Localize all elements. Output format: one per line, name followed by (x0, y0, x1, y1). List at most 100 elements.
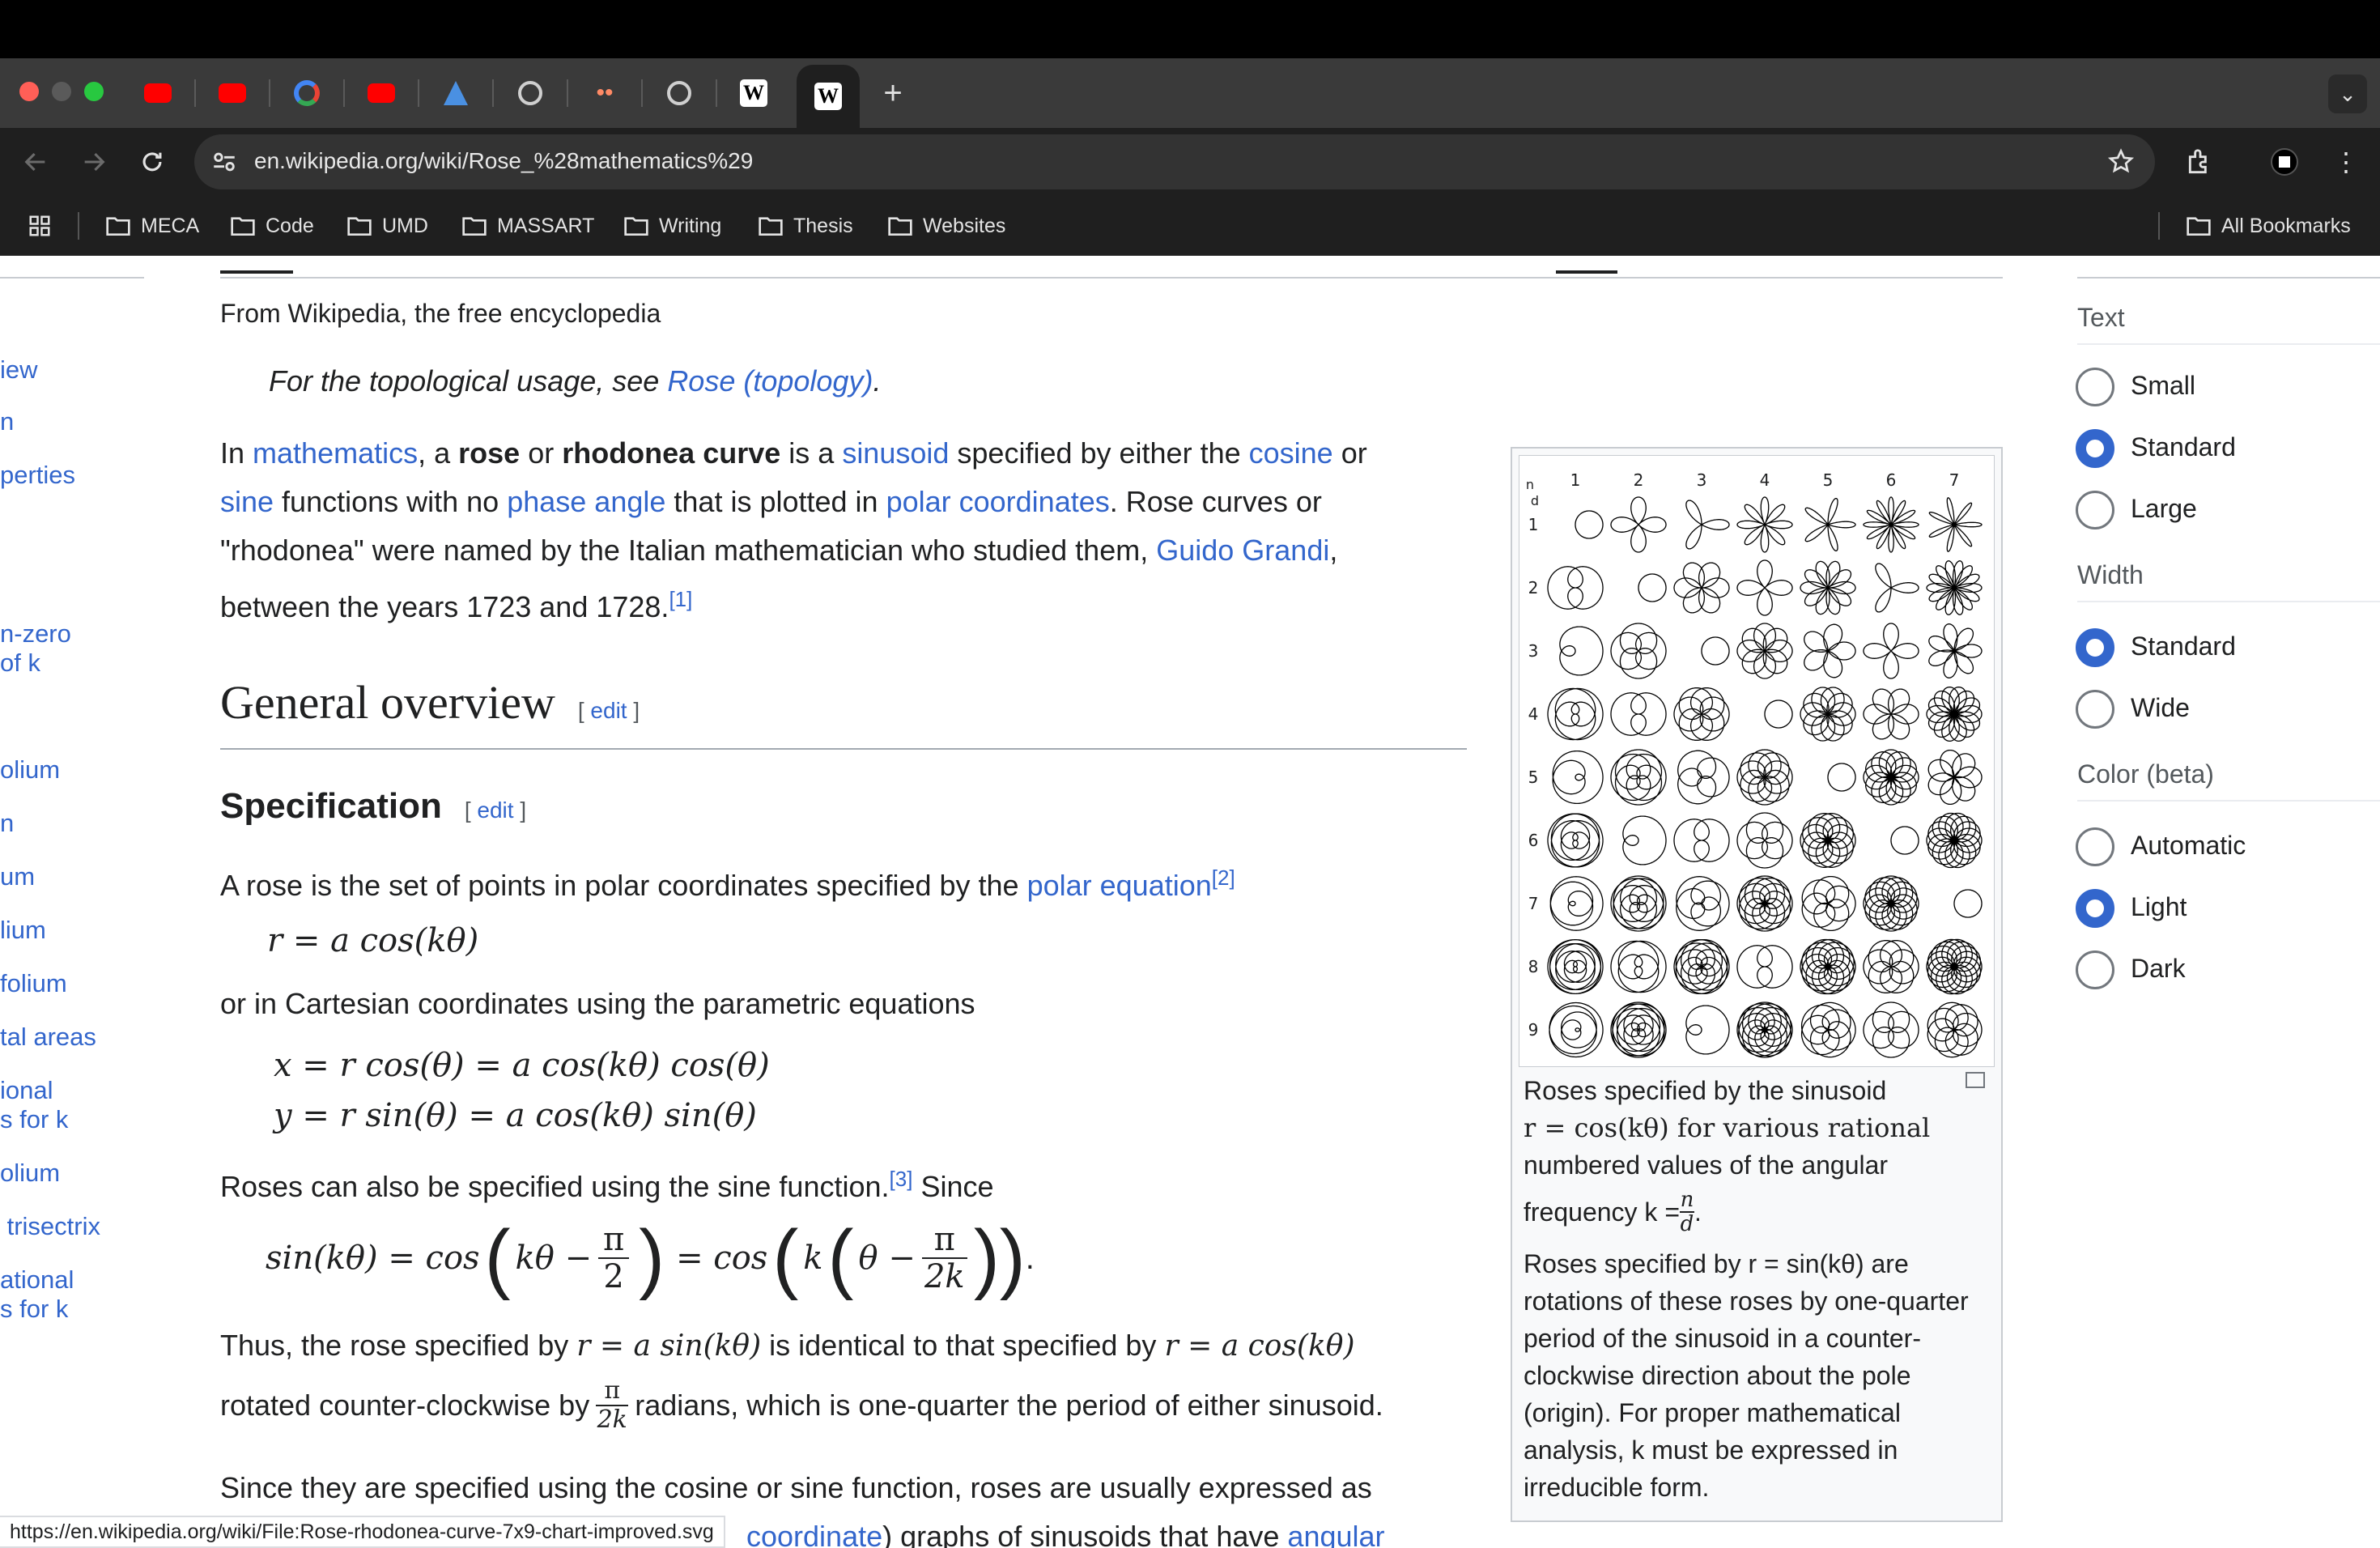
extensions-button[interactable] (2182, 144, 2218, 180)
column-label: 5 (1823, 470, 1834, 490)
bookmark-star-icon[interactable] (2106, 147, 2136, 176)
toc-item[interactable]: folium (0, 968, 67, 999)
all-bookmarks-button[interactable]: All Bookmarks (2186, 212, 2351, 240)
tab-youtube-2[interactable] (214, 74, 251, 112)
tab-search-button[interactable]: ⌄ (2328, 74, 2367, 113)
radio-text-large[interactable] (2076, 491, 2114, 529)
bookmark-folder-massart[interactable]: MASSART (461, 212, 594, 240)
radio-label[interactable]: Standard (2131, 632, 2236, 661)
bookmark-folder-writing[interactable]: Writing (623, 212, 721, 240)
address-bar[interactable]: en.wikipedia.org/wiki/Rose_%28mathematic… (194, 134, 2155, 189)
back-button[interactable] (18, 144, 53, 180)
toc-item[interactable]: of k (0, 648, 40, 678)
tab-globe-1[interactable] (512, 74, 549, 112)
menu-button[interactable]: ⋮ (2328, 144, 2364, 180)
radio-label[interactable]: Automatic (2131, 831, 2246, 861)
tab-read-cut[interactable] (1556, 256, 1617, 274)
minimize-window-button[interactable] (52, 82, 71, 101)
toc-item[interactable]: n-zero (0, 619, 71, 649)
link-polar-coordinates[interactable]: polar coordinates (886, 485, 1110, 518)
tab-separator (418, 79, 419, 107)
toc-item[interactable]: s for k (0, 1294, 68, 1325)
tab-youtube-3[interactable] (363, 74, 400, 112)
dots-icon: •• (596, 79, 614, 106)
radio-width-standard[interactable] (2076, 628, 2114, 667)
apps-button[interactable] (28, 212, 52, 240)
toc-item[interactable]: trisectrix (0, 1211, 100, 1242)
bookmark-folder-meca[interactable]: MECA (105, 212, 199, 240)
link-polar-equation[interactable]: polar equation (1027, 869, 1212, 902)
link-sine[interactable]: sine (220, 485, 274, 518)
radio-text-small[interactable] (2076, 368, 2114, 406)
tab-article-cut[interactable] (220, 256, 293, 274)
bookmark-folder-thesis[interactable]: Thesis (758, 212, 853, 240)
link-phase-angle[interactable]: phase angle (507, 485, 665, 518)
heading-specification: Specification[ edit ] (220, 786, 527, 826)
toc-item[interactable]: olium (0, 1158, 60, 1189)
radio-label[interactable]: Dark (2131, 954, 2186, 984)
url-text[interactable]: en.wikipedia.org/wiki/Rose_%28mathematic… (254, 148, 753, 174)
radio-label[interactable]: Light (2131, 892, 2187, 922)
tab-globe-2[interactable] (661, 74, 698, 112)
link-sinusoid[interactable]: sinusoid (842, 436, 949, 470)
link-angular[interactable]: angular (1287, 1520, 1384, 1548)
column-label: 2 (1634, 470, 1644, 490)
toc-item[interactable]: um (0, 861, 35, 892)
toc-item[interactable]: olium (0, 755, 60, 785)
radio-text-standard[interactable] (2076, 429, 2114, 468)
radio-width-wide[interactable] (2076, 690, 2114, 729)
toc-item[interactable]: tal areas (0, 1022, 96, 1053)
profile-button[interactable] (2267, 144, 2302, 180)
zoom-window-button[interactable] (84, 82, 104, 101)
bookmark-folder-umd[interactable]: UMD (346, 212, 428, 240)
toc-item[interactable]: n (0, 406, 14, 437)
tab-wikipedia-1[interactable]: W (735, 74, 772, 112)
row-label: 2 (1528, 578, 1539, 598)
new-tab-button[interactable]: + (874, 74, 912, 112)
toc-item[interactable]: ational (0, 1265, 74, 1295)
toc-item[interactable]: iew (0, 355, 38, 385)
hatnote-link[interactable]: Rose (topology) (667, 364, 873, 398)
tab-google[interactable] (288, 74, 325, 112)
bookmark-folder-websites[interactable]: Websites (887, 212, 1005, 240)
folder-icon (759, 217, 783, 236)
toc-item[interactable]: n (0, 808, 14, 839)
tab-flask[interactable] (437, 74, 474, 112)
edit-link[interactable]: edit (590, 698, 627, 723)
radio-label[interactable]: Standard (2131, 432, 2236, 462)
figure-caption-11: irreducible form. (1524, 1473, 1710, 1502)
radio-color-light[interactable] (2076, 889, 2114, 928)
link-coordinate[interactable]: coordinate (746, 1520, 882, 1548)
divider (2077, 343, 2380, 345)
row-label: 1 (1528, 515, 1539, 534)
link-guido-grandi[interactable]: Guido Grandi (1156, 534, 1329, 567)
radio-label[interactable]: Small (2131, 371, 2195, 401)
tab-dots[interactable]: •• (586, 74, 623, 112)
ref-2[interactable]: [2] (1212, 865, 1235, 890)
figure-caption-9: (origin). For proper mathematical (1524, 1398, 1901, 1427)
radio-label[interactable]: Wide (2131, 693, 2190, 723)
enlarge-icon[interactable] (1966, 1072, 1985, 1088)
forward-button[interactable] (76, 144, 112, 180)
puzzle-icon (2188, 149, 2207, 174)
toc-item[interactable]: s for k (0, 1104, 68, 1135)
toc-item[interactable]: perties (0, 460, 75, 491)
link-mathematics[interactable]: mathematics (253, 436, 418, 470)
radio-color-dark[interactable] (2076, 950, 2114, 989)
close-window-button[interactable] (19, 82, 39, 101)
radio-label[interactable]: Large (2131, 494, 2197, 524)
ref-1[interactable]: [1] (669, 587, 692, 611)
link-cosine[interactable]: cosine (1249, 436, 1333, 470)
rose-chart-image[interactable]: nd 1 2 3 4 5 6 7 1 2 3 4 5 6 7 8 9 (1519, 455, 1995, 1067)
toc-item[interactable]: ional (0, 1075, 53, 1106)
reload-button[interactable] (134, 144, 170, 180)
ref-3[interactable]: [3] (890, 1167, 913, 1191)
edit-link[interactable]: edit (477, 797, 513, 823)
bookmark-folder-code[interactable]: Code (230, 212, 314, 240)
toc-item[interactable]: lium (0, 915, 46, 946)
tab-youtube-1[interactable] (139, 74, 176, 112)
tab-wikipedia-active[interactable]: W (797, 65, 860, 128)
tab-separator (194, 79, 196, 107)
row-label: 7 (1528, 894, 1539, 913)
radio-color-automatic[interactable] (2076, 827, 2114, 866)
